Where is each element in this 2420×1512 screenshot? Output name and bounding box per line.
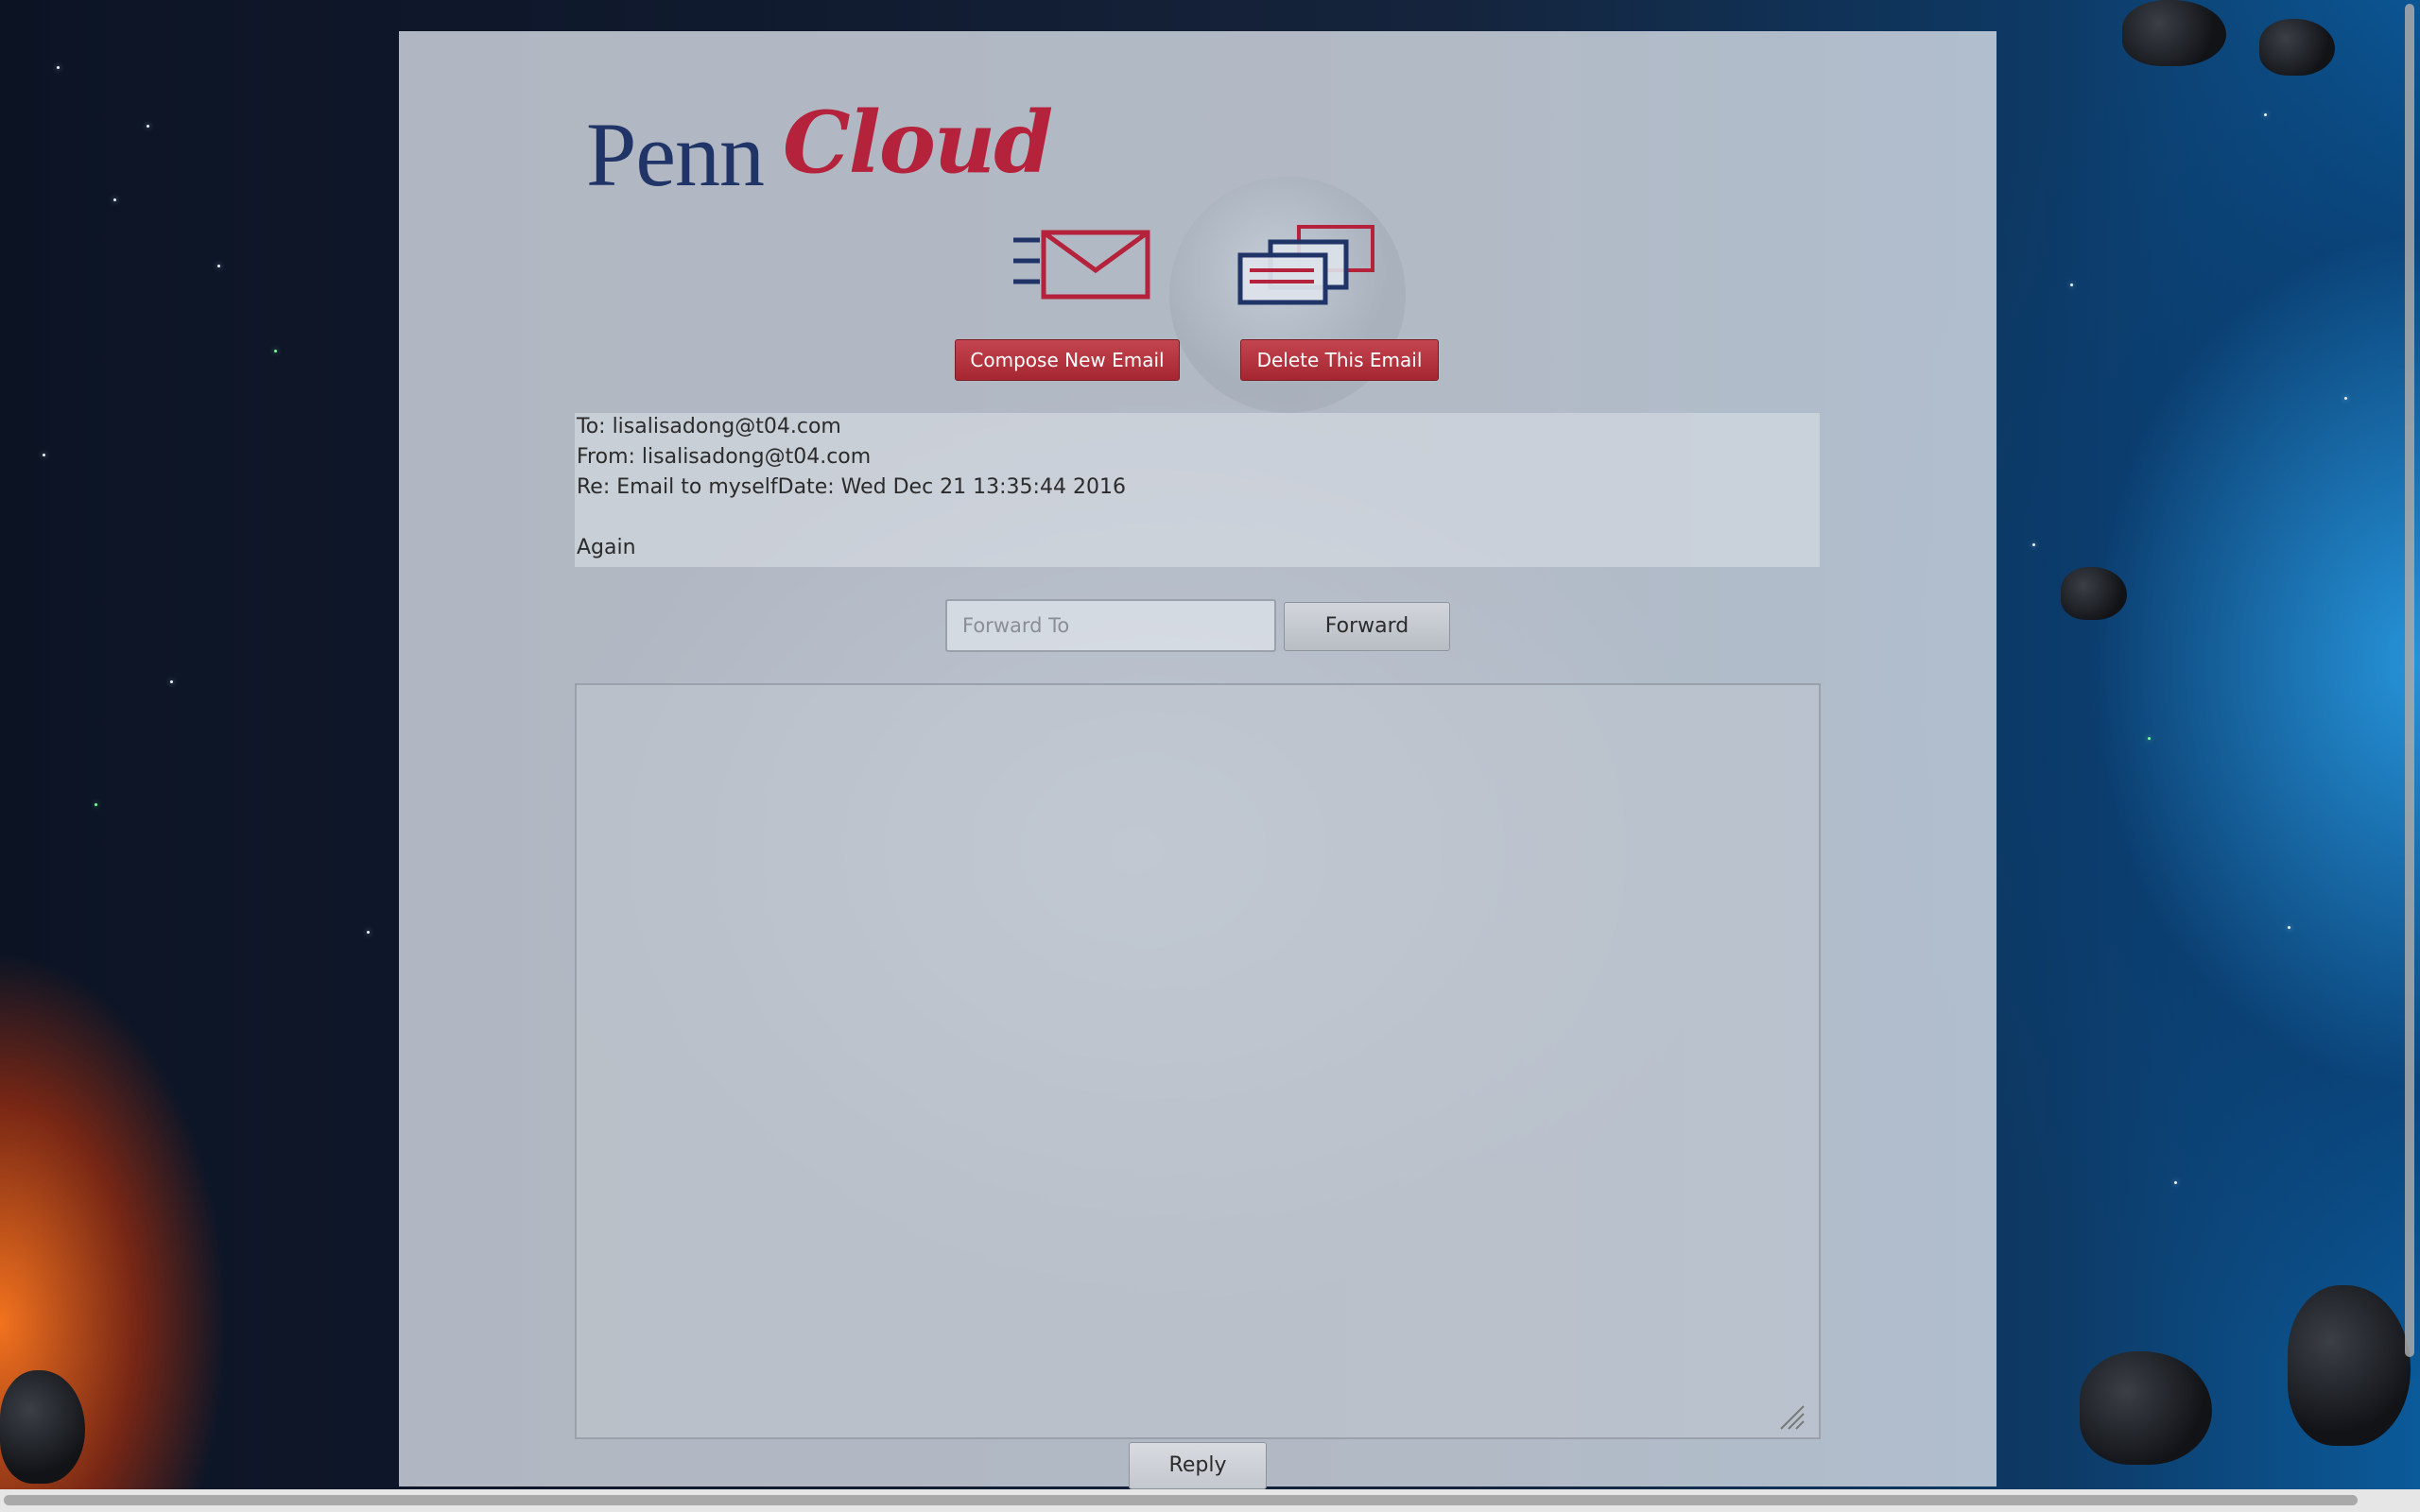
compose-new-email-button[interactable]: Compose New Email xyxy=(955,339,1180,381)
star xyxy=(367,931,370,934)
star xyxy=(274,350,277,352)
penncloud-logo: Penn Cloud xyxy=(586,85,1053,208)
email-from: From: lisalisadong@t04.com xyxy=(577,445,872,469)
vertical-scrollbar-thumb[interactable] xyxy=(2405,4,2414,1357)
space-background: Penn Cloud Compose New Email Delete This… xyxy=(0,0,2420,1512)
star xyxy=(2344,397,2347,400)
envelopes-stack-icon[interactable] xyxy=(1236,223,1378,306)
star xyxy=(2264,113,2267,116)
reply-button[interactable]: Reply xyxy=(1129,1442,1267,1489)
logo-penn-text: Penn xyxy=(586,104,765,205)
asteroid xyxy=(2288,1285,2411,1446)
star xyxy=(57,66,60,69)
forward-to-input[interactable] xyxy=(945,599,1276,652)
asteroid xyxy=(2259,19,2335,76)
star xyxy=(147,125,149,128)
envelope-send-icon[interactable] xyxy=(1010,227,1155,302)
asteroid xyxy=(2122,0,2226,66)
forward-button[interactable]: Forward xyxy=(1284,602,1450,651)
star xyxy=(170,680,173,683)
star xyxy=(2174,1181,2177,1184)
star xyxy=(43,454,45,456)
email-content: To: lisalisadong@t04.com From: lisalisad… xyxy=(575,413,1820,567)
email-to: To: lisalisadong@t04.com xyxy=(577,415,841,438)
vertical-scrollbar[interactable] xyxy=(2399,0,2420,1489)
asteroid xyxy=(2061,567,2127,620)
star xyxy=(2288,926,2290,929)
star xyxy=(2070,284,2073,286)
asteroid xyxy=(0,1370,85,1484)
horizontal-scrollbar-thumb[interactable] xyxy=(4,1495,2358,1505)
email-body: Again xyxy=(577,536,636,559)
star xyxy=(2148,737,2151,740)
reply-textarea[interactable] xyxy=(575,683,1821,1439)
star xyxy=(113,198,116,201)
star xyxy=(95,803,97,806)
star xyxy=(217,265,220,267)
asteroid xyxy=(2080,1351,2212,1465)
star xyxy=(2032,543,2035,546)
delete-this-email-button[interactable]: Delete This Email xyxy=(1240,339,1439,381)
resize-grip-icon[interactable] xyxy=(1777,1402,1806,1431)
logo-cloud-text: Cloud xyxy=(783,93,1053,193)
email-subject-date: Re: Email to myselfDate: Wed Dec 21 13:3… xyxy=(577,475,1126,499)
horizontal-scrollbar[interactable] xyxy=(0,1489,2420,1512)
